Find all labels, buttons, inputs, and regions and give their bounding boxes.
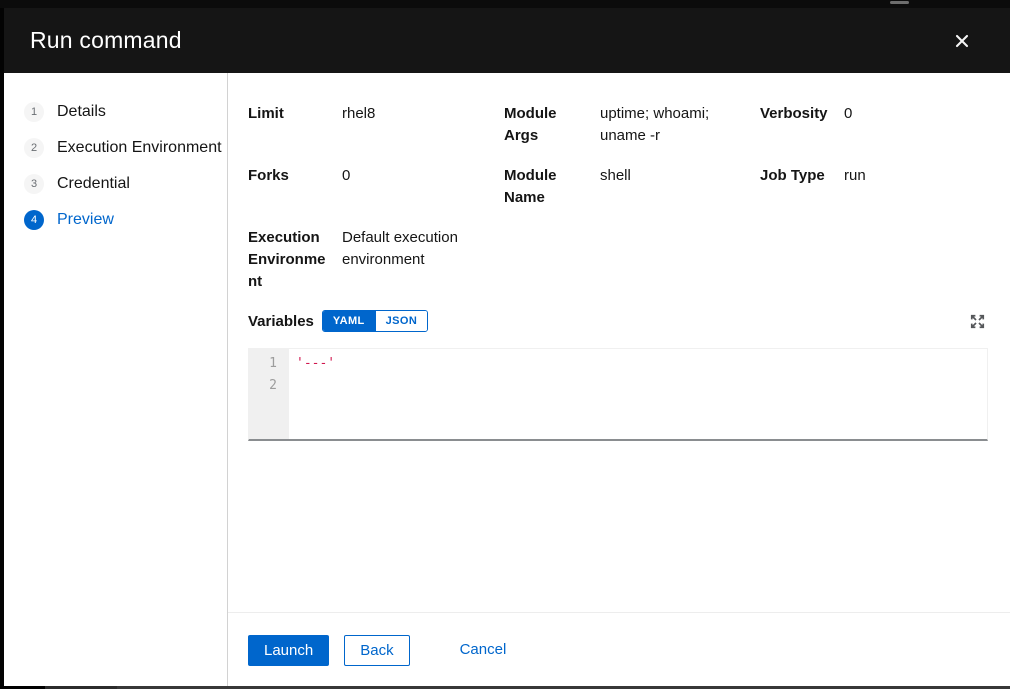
variables-code-editor: 1 2 '---' xyxy=(248,348,988,441)
step-number-badge: 1 xyxy=(24,102,44,122)
line-number: 1 xyxy=(249,353,277,375)
verbosity-term: Verbosity xyxy=(760,103,844,147)
step-label: Details xyxy=(57,103,106,121)
screen: Run command 1 Details 2 Execution Enviro… xyxy=(0,0,1010,689)
verbosity-value: 0 xyxy=(844,103,988,147)
step-label: Credential xyxy=(57,175,130,193)
run-command-modal: Run command 1 Details 2 Execution Enviro… xyxy=(4,8,1010,686)
step-number-badge: 3 xyxy=(24,174,44,194)
editor-code-area[interactable]: '---' xyxy=(289,349,987,439)
wizard-nav: 1 Details 2 Execution Environment 3 Cred… xyxy=(4,73,228,686)
variables-label: Variables xyxy=(248,313,314,330)
expand-editor-button[interactable] xyxy=(967,311,988,332)
step-label: Execution Environment xyxy=(57,139,222,157)
launch-button[interactable]: Launch xyxy=(248,635,329,666)
modal-title: Run command xyxy=(30,27,182,54)
wizard-step-preview[interactable]: 4 Preview xyxy=(24,210,227,230)
cancel-button[interactable]: Cancel xyxy=(452,635,515,664)
variables-row: Variables YAML JSON xyxy=(248,309,988,333)
preview-step-content: Limit rhel8 Module Args uptime; whoami; … xyxy=(228,73,1010,686)
line-number: 2 xyxy=(249,375,277,397)
step-number-badge: 4 xyxy=(24,210,44,230)
module-args-term: Module Args xyxy=(504,103,600,147)
forks-value: 0 xyxy=(342,165,504,209)
job-type-value: run xyxy=(844,165,988,209)
yaml-toggle-button[interactable]: YAML xyxy=(323,311,375,331)
execution-environment-term: Execution Environment xyxy=(248,227,342,293)
job-type-term: Job Type xyxy=(760,165,844,209)
background-page-top-edge xyxy=(0,0,1010,8)
module-args-value: uptime; whoami; uname -r xyxy=(600,103,760,147)
wizard-step-details[interactable]: 1 Details xyxy=(24,102,227,122)
modal-body: 1 Details 2 Execution Environment 3 Cred… xyxy=(4,73,1010,686)
limit-term: Limit xyxy=(248,103,342,147)
modal-footer: Launch Back Cancel xyxy=(228,612,1010,686)
editor-line-numbers: 1 2 xyxy=(249,349,289,439)
execution-environment-value: Default execution environment xyxy=(342,227,504,293)
module-name-value: shell xyxy=(600,165,760,209)
limit-value: rhel8 xyxy=(342,103,504,147)
wizard-step-credential[interactable]: 3 Credential xyxy=(24,174,227,194)
close-icon xyxy=(954,33,970,49)
background-page-element xyxy=(890,1,909,4)
module-name-term: Module Name xyxy=(504,165,600,209)
expand-arrows-icon xyxy=(969,313,986,330)
preview-description-list: Limit rhel8 Module Args uptime; whoami; … xyxy=(248,103,988,293)
step-number-badge: 2 xyxy=(24,138,44,158)
variables-format-toggle: YAML JSON xyxy=(322,310,428,332)
forks-term: Forks xyxy=(248,165,342,209)
step-label: Preview xyxy=(57,211,114,229)
back-button[interactable]: Back xyxy=(344,635,409,666)
wizard-step-execution-environment[interactable]: 2 Execution Environment xyxy=(24,138,227,158)
close-button[interactable] xyxy=(950,29,974,53)
modal-header: Run command xyxy=(4,8,1010,73)
json-toggle-button[interactable]: JSON xyxy=(375,311,428,331)
